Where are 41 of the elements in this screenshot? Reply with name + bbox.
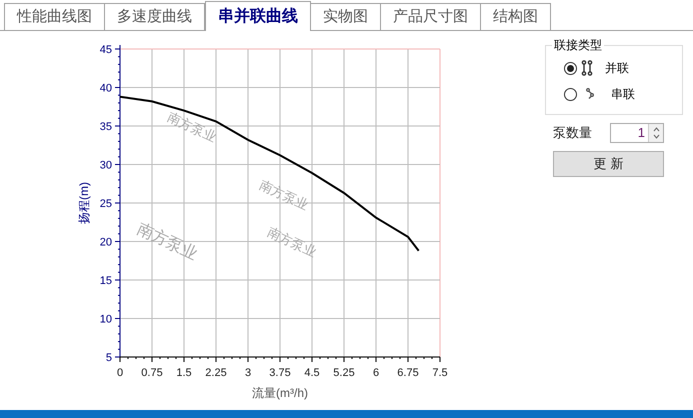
tab[interactable]: 性能曲线图 [4, 3, 105, 30]
y-tick-label: 15 [100, 275, 112, 287]
tab[interactable]: 串并联曲线 [205, 1, 311, 31]
tab[interactable]: 多速度曲线 [104, 3, 205, 30]
spin-arrows-icon [652, 126, 660, 140]
parallel-pumps-icon [581, 60, 593, 76]
x-tick-label: 6 [372, 367, 380, 379]
y-tick-label: 5 [106, 352, 112, 364]
y-tick-label: 10 [100, 314, 112, 326]
series-pumps-icon [585, 88, 595, 100]
radio-label: 并联 [605, 60, 629, 77]
chart-watermark: 南方泵业 [165, 109, 219, 145]
radio-button[interactable] [564, 88, 577, 100]
y-tick-label: 40 [100, 82, 112, 94]
x-tick-label: 1.5 [176, 367, 192, 379]
y-tick-label: 20 [100, 236, 112, 248]
chart-watermark: 南方泵业 [134, 220, 200, 264]
y-tick-label: 25 [100, 198, 112, 210]
x-tick-label: 5.25 [333, 367, 355, 379]
radio-button[interactable] [564, 62, 577, 74]
x-tick-label: 0 [116, 367, 124, 379]
y-tick-label: 35 [100, 121, 112, 133]
pump-count-spinner[interactable]: 1 [610, 123, 664, 143]
group-title: 联接类型 [552, 37, 604, 53]
y-tick-label: 45 [100, 44, 112, 56]
x-tick-label: 4.5 [304, 367, 320, 379]
x-tick-label: 2.25 [205, 367, 227, 379]
pump-count-label: 泵数量 [553, 124, 593, 142]
x-tick-label: 3.75 [269, 367, 291, 379]
chart-watermark: 南方泵业 [257, 177, 311, 213]
x-tick-label: 7.5 [432, 367, 448, 379]
x-tick-label: 3 [244, 367, 252, 379]
radio-label: 串联 [611, 86, 635, 103]
tab[interactable]: 结构图 [480, 3, 551, 30]
x-tick-label: 6.75 [397, 367, 419, 379]
chart-watermark: 南方泵业 [265, 224, 319, 260]
x-axis-title: 流量(m³/h) [252, 386, 308, 400]
y-axis-title: 扬程(m) [77, 182, 91, 224]
update-button[interactable]: 更 新 [553, 151, 664, 177]
y-tick-label: 30 [100, 160, 112, 172]
x-tick-label: 0.75 [141, 367, 163, 379]
